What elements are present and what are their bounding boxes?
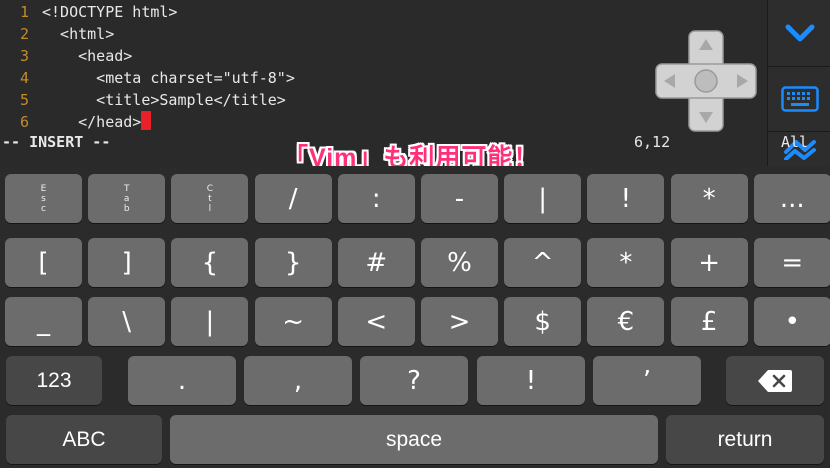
key[interactable]: \ [88,297,166,346]
key[interactable]: Ctl [171,174,249,223]
key-label: £ [700,306,718,337]
key-label: * [619,247,633,278]
key-label: [ [38,247,49,278]
key-label: } [284,247,302,278]
key[interactable]: ? [360,356,468,405]
key[interactable]: • [753,297,830,346]
key[interactable]: / [254,174,332,223]
chevron-down-icon [785,24,814,42]
key[interactable]: $ [504,297,582,346]
scroll-indicator: All [781,133,809,151]
key-label: ^ [531,247,554,278]
key[interactable]: = [753,238,830,287]
line-text: <head> [42,47,133,65]
key[interactable]: , [244,356,352,405]
key[interactable]: | [171,297,249,346]
line-text: <title>Sample</title> [42,91,286,109]
keyboard: Es c Ta b Ct l /: - |! *... [] {} #% ^ * + = _ \ | ~ < > $ € £ •… [0,166,830,468]
line-number: 3 [20,47,30,65]
backspace-icon [758,369,792,392]
line-number: 6 [20,113,30,131]
key[interactable]: € [587,297,665,346]
key[interactable]: # [337,238,415,287]
space-key[interactable]: space [170,415,658,464]
hide-keyboard-button[interactable] [768,0,830,66]
key-label: - [454,183,465,214]
line-text: <html> [42,25,115,43]
text-cursor [141,111,152,130]
key-label: + [698,247,720,278]
key-label: < [365,306,388,337]
key[interactable]: . [128,356,236,405]
key-label: ... [779,183,805,214]
key-label: # [365,247,388,278]
key-label: { [201,247,219,278]
dpad-control[interactable] [655,30,757,132]
key-label: ? [407,365,421,396]
key[interactable]: * [587,238,665,287]
key-label: ! [620,183,632,214]
vim-mode-indicator: -- INSERT -- [2,133,111,151]
key-label: , [293,365,303,396]
return-key[interactable]: return [666,415,824,464]
key[interactable]: < [337,297,415,346]
key[interactable]: [ [5,238,82,287]
key[interactable]: Tab [88,174,166,223]
key[interactable]: % [421,238,498,287]
numbers-key[interactable]: 123 [6,356,102,405]
key[interactable]: | [504,174,582,223]
delete-key[interactable] [726,356,824,405]
line-number: 5 [20,91,30,109]
key-label: : [371,183,381,214]
abc-key[interactable]: ABC [6,415,162,464]
key-label: Esc [40,183,47,214]
key[interactable]: + [670,238,748,287]
key-label: ] [121,247,132,278]
key-label: Tab [123,183,130,214]
line-number: 4 [20,69,30,87]
keyboard-icon [780,86,819,112]
key[interactable]: Esc [5,174,82,223]
key[interactable]: { [171,238,249,287]
key-label: Ctl [206,183,214,214]
key-label: = [781,247,804,278]
key-label: _ [37,306,50,337]
keyboard-toggle-button[interactable] [768,67,830,131]
key[interactable]: * [670,174,748,223]
line-text: </head> [42,111,152,133]
key[interactable]: ... [753,174,830,223]
key-label: | [205,306,215,337]
key-label: > [448,306,471,337]
key[interactable]: ! [587,174,665,223]
key[interactable]: ’ [593,356,701,405]
key[interactable]: } [254,238,332,287]
key[interactable]: - [421,174,498,223]
key[interactable]: > [421,297,498,346]
key-label: . [177,365,187,396]
key-label: € [617,306,635,337]
key[interactable]: : [337,174,415,223]
key-label: • [784,306,800,337]
key-label: \ [122,306,132,337]
key-label: % [447,247,472,278]
key[interactable]: ~ [254,297,332,346]
line-text: <!DOCTYPE html> [42,3,178,21]
key[interactable]: _ [5,297,82,346]
line-text: <meta charset="utf-8"> [42,69,295,87]
key[interactable]: ! [477,356,585,405]
key[interactable]: £ [670,297,748,346]
key[interactable]: ^ [504,238,582,287]
key[interactable]: ] [88,238,166,287]
key-label: * [702,183,716,214]
key-label: ’ [642,365,652,396]
key-label: | [538,183,548,214]
key-label: $ [534,306,551,337]
key-label: ! [525,365,537,396]
key-label: ~ [282,306,304,337]
line-number: 2 [20,25,30,43]
cursor-position: 6,12 [634,133,671,151]
key-label: / [288,183,298,214]
line-number: 1 [20,3,30,21]
